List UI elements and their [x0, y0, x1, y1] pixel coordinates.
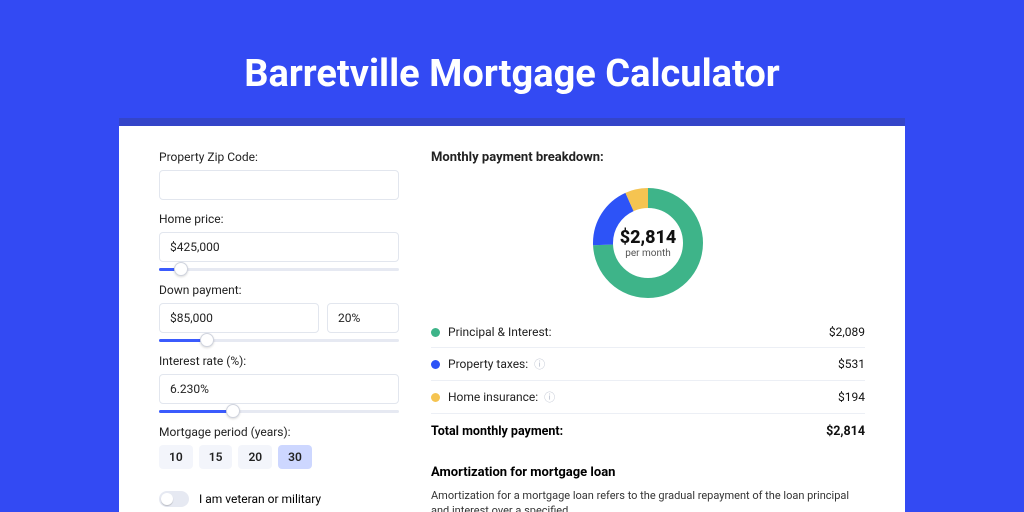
header-divider [119, 118, 905, 126]
legend-label: Property taxes: [448, 357, 528, 371]
donut-amount: $2,814 [620, 227, 677, 248]
amortization-title: Amortization for mortgage loan [431, 465, 865, 480]
interest-rate-label: Interest rate (%): [159, 354, 399, 368]
legend-value: $531 [838, 357, 865, 371]
legend-swatch [431, 328, 440, 337]
home-price-slider-thumb[interactable] [174, 262, 188, 276]
legend-label: Home insurance: [448, 390, 538, 404]
legend-swatch [431, 360, 440, 369]
home-price-label: Home price: [159, 212, 399, 226]
total-row: Total monthly payment: $2,814 [431, 414, 865, 453]
veteran-toggle[interactable] [159, 491, 189, 507]
legend-label: Principal & Interest: [448, 325, 552, 339]
calculator-card: Property Zip Code: Home price: Down paym… [119, 126, 905, 512]
veteran-toggle-knob [161, 493, 173, 505]
interest-rate-slider[interactable] [159, 410, 399, 413]
home-price-slider[interactable] [159, 268, 399, 271]
payment-donut-chart: $2,814 per month [588, 183, 708, 303]
calculator-form: Property Zip Code: Home price: Down paym… [159, 150, 399, 512]
down-payment-label: Down payment: [159, 283, 399, 297]
down-payment-slider[interactable] [159, 339, 399, 342]
total-label: Total monthly payment: [431, 424, 563, 439]
donut-sub: per month [625, 248, 671, 259]
mortgage-period-group: 10152030 [159, 445, 399, 469]
period-button-30[interactable]: 30 [278, 445, 312, 469]
donut-center: $2,814 per month [588, 183, 708, 303]
breakdown-panel: Monthly payment breakdown: $2,814 per mo… [431, 150, 865, 512]
down-payment-pct-input[interactable] [327, 303, 399, 333]
legend-swatch [431, 393, 440, 402]
zip-input[interactable] [159, 170, 399, 200]
period-button-20[interactable]: 20 [238, 445, 272, 469]
info-icon[interactable]: ⓘ [534, 356, 545, 372]
period-button-15[interactable]: 15 [199, 445, 233, 469]
breakdown-legend: Principal & Interest: $2,089 Property taxe… [431, 317, 865, 414]
veteran-label: I am veteran or military [199, 492, 321, 506]
legend-row: Principal & Interest: $2,089 [431, 317, 865, 348]
zip-label: Property Zip Code: [159, 150, 399, 164]
home-price-input[interactable] [159, 232, 399, 262]
period-button-10[interactable]: 10 [159, 445, 193, 469]
legend-value: $2,089 [829, 325, 865, 339]
interest-rate-slider-thumb[interactable] [226, 404, 240, 418]
down-payment-slider-thumb[interactable] [200, 333, 214, 347]
legend-value: $194 [838, 390, 865, 404]
page-title: Barretville Mortgage Calculator [0, 0, 1024, 96]
interest-rate-slider-fill [159, 410, 233, 413]
amortization-body: Amortization for a mortgage loan refers … [431, 488, 865, 512]
legend-row: Property taxes: ⓘ $531 [431, 348, 865, 381]
mortgage-period-label: Mortgage period (years): [159, 425, 399, 439]
total-value: $2,814 [826, 424, 865, 439]
info-icon[interactable]: ⓘ [544, 389, 555, 405]
interest-rate-input[interactable] [159, 374, 399, 404]
legend-row: Home insurance: ⓘ $194 [431, 381, 865, 414]
down-payment-input[interactable] [159, 303, 319, 333]
breakdown-title: Monthly payment breakdown: [431, 150, 865, 165]
